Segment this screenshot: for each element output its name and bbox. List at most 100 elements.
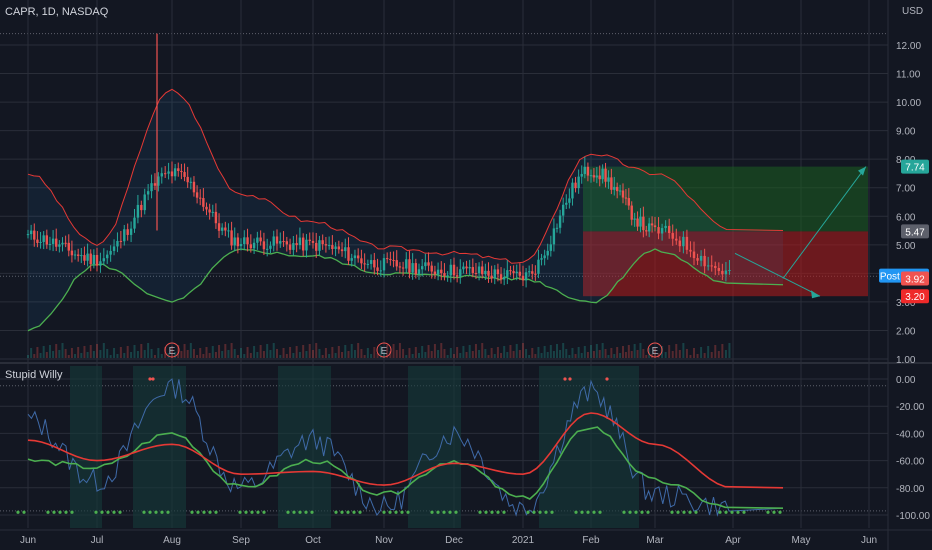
time-tick-label: Mar — [646, 535, 664, 546]
volume-bar — [199, 348, 202, 358]
oversold-dot — [538, 510, 542, 514]
volume-bar — [269, 350, 272, 358]
candle-body — [363, 263, 366, 265]
price-tag-label: 5.47 — [905, 227, 925, 238]
volume-bar — [147, 343, 150, 358]
volume-bar — [481, 343, 484, 358]
volume-bar — [224, 344, 227, 358]
oversold-dot — [310, 510, 314, 514]
volume-bar — [552, 351, 555, 358]
oversold-dot — [484, 510, 488, 514]
highlight-band — [278, 366, 331, 528]
volume-bar — [627, 345, 630, 358]
indicator-tick-label: 0.00 — [896, 375, 916, 386]
indicator-title[interactable]: Stupid Willy — [5, 369, 63, 381]
candle-body — [236, 237, 240, 247]
candle-body — [540, 258, 543, 260]
volume-bar — [347, 351, 350, 358]
volume-bar — [696, 354, 699, 358]
oversold-dot — [100, 510, 104, 514]
candle-body — [123, 229, 126, 242]
candle-body — [262, 241, 266, 250]
volume-bar — [143, 350, 146, 358]
candle-body — [199, 197, 202, 199]
volume-bar — [478, 350, 481, 358]
candle-body — [230, 230, 233, 246]
volume-bar — [525, 349, 528, 358]
volume-bar — [430, 351, 433, 358]
candle-body — [601, 168, 604, 180]
volume-bar — [664, 352, 667, 358]
volume-bar — [671, 351, 674, 358]
volume-bar — [506, 352, 509, 358]
candle-body — [446, 275, 449, 277]
candle-body — [369, 260, 373, 264]
volume-bar — [240, 348, 242, 358]
candle-body — [424, 262, 427, 267]
volume-bar — [509, 345, 512, 358]
candle-body — [537, 259, 540, 274]
volume-bar — [630, 351, 633, 358]
candle-body — [527, 271, 531, 273]
candle-body — [408, 259, 411, 273]
volume-bar — [522, 343, 524, 358]
oversold-dot — [304, 510, 308, 514]
candle-body — [45, 235, 49, 245]
volume-bar — [289, 347, 292, 358]
candle-body — [33, 230, 36, 240]
oversold-dot — [598, 510, 602, 514]
candle-body — [126, 229, 129, 235]
oversold-dot — [190, 510, 194, 514]
candle-body — [667, 225, 671, 234]
candle-body — [360, 258, 363, 264]
candle-body — [243, 237, 246, 245]
volume-bar — [633, 344, 636, 358]
oversold-dot — [154, 510, 158, 514]
candle-body — [613, 186, 616, 190]
candle-body — [344, 247, 347, 252]
candle-body — [455, 275, 459, 277]
volume-bar — [33, 354, 36, 358]
volume-bar — [574, 354, 577, 358]
candle-body — [29, 230, 33, 235]
trading-chart[interactable]: EEE 1.002.003.004.005.006.007.008.009.00… — [0, 0, 932, 550]
oversold-dot — [22, 510, 26, 514]
candle-body — [26, 234, 30, 236]
volume-bar — [724, 350, 727, 358]
candle-body — [233, 237, 236, 246]
volume-bar — [583, 346, 586, 358]
volume-bar — [449, 348, 452, 358]
oversold-dot — [736, 510, 740, 514]
volume-bar — [282, 348, 285, 358]
volume-bar — [360, 349, 363, 358]
candle-body — [728, 269, 731, 271]
overbought-dot — [605, 377, 609, 381]
price-tick-label: 12.00 — [896, 41, 921, 52]
overbought-dot — [151, 377, 155, 381]
candle-body — [509, 270, 512, 272]
oversold-dot — [346, 510, 350, 514]
candle-body — [392, 260, 395, 262]
volume-bar — [292, 353, 295, 358]
oversold-dot — [388, 510, 392, 514]
volume-bar — [459, 353, 462, 358]
candle-body — [163, 173, 167, 175]
candle-body — [724, 270, 728, 275]
volume-bar — [490, 348, 493, 358]
volume-bar — [334, 353, 337, 358]
volume-bar — [370, 354, 373, 358]
symbol-title[interactable]: CAPR, 1D, NASDAQ — [5, 6, 109, 18]
time-tick-label: Sep — [232, 535, 250, 546]
candle-body — [217, 223, 221, 231]
volume-bar — [689, 355, 692, 358]
oversold-dot — [292, 510, 296, 514]
volume-bar — [700, 347, 703, 358]
candle-body — [129, 228, 133, 235]
oversold-dot — [148, 510, 152, 514]
oversold-dot — [214, 510, 218, 514]
candle-body — [561, 204, 565, 216]
volume-bar — [233, 349, 236, 358]
volume-bar — [308, 344, 311, 358]
volume-bar — [89, 345, 92, 358]
candle-body — [272, 236, 275, 246]
